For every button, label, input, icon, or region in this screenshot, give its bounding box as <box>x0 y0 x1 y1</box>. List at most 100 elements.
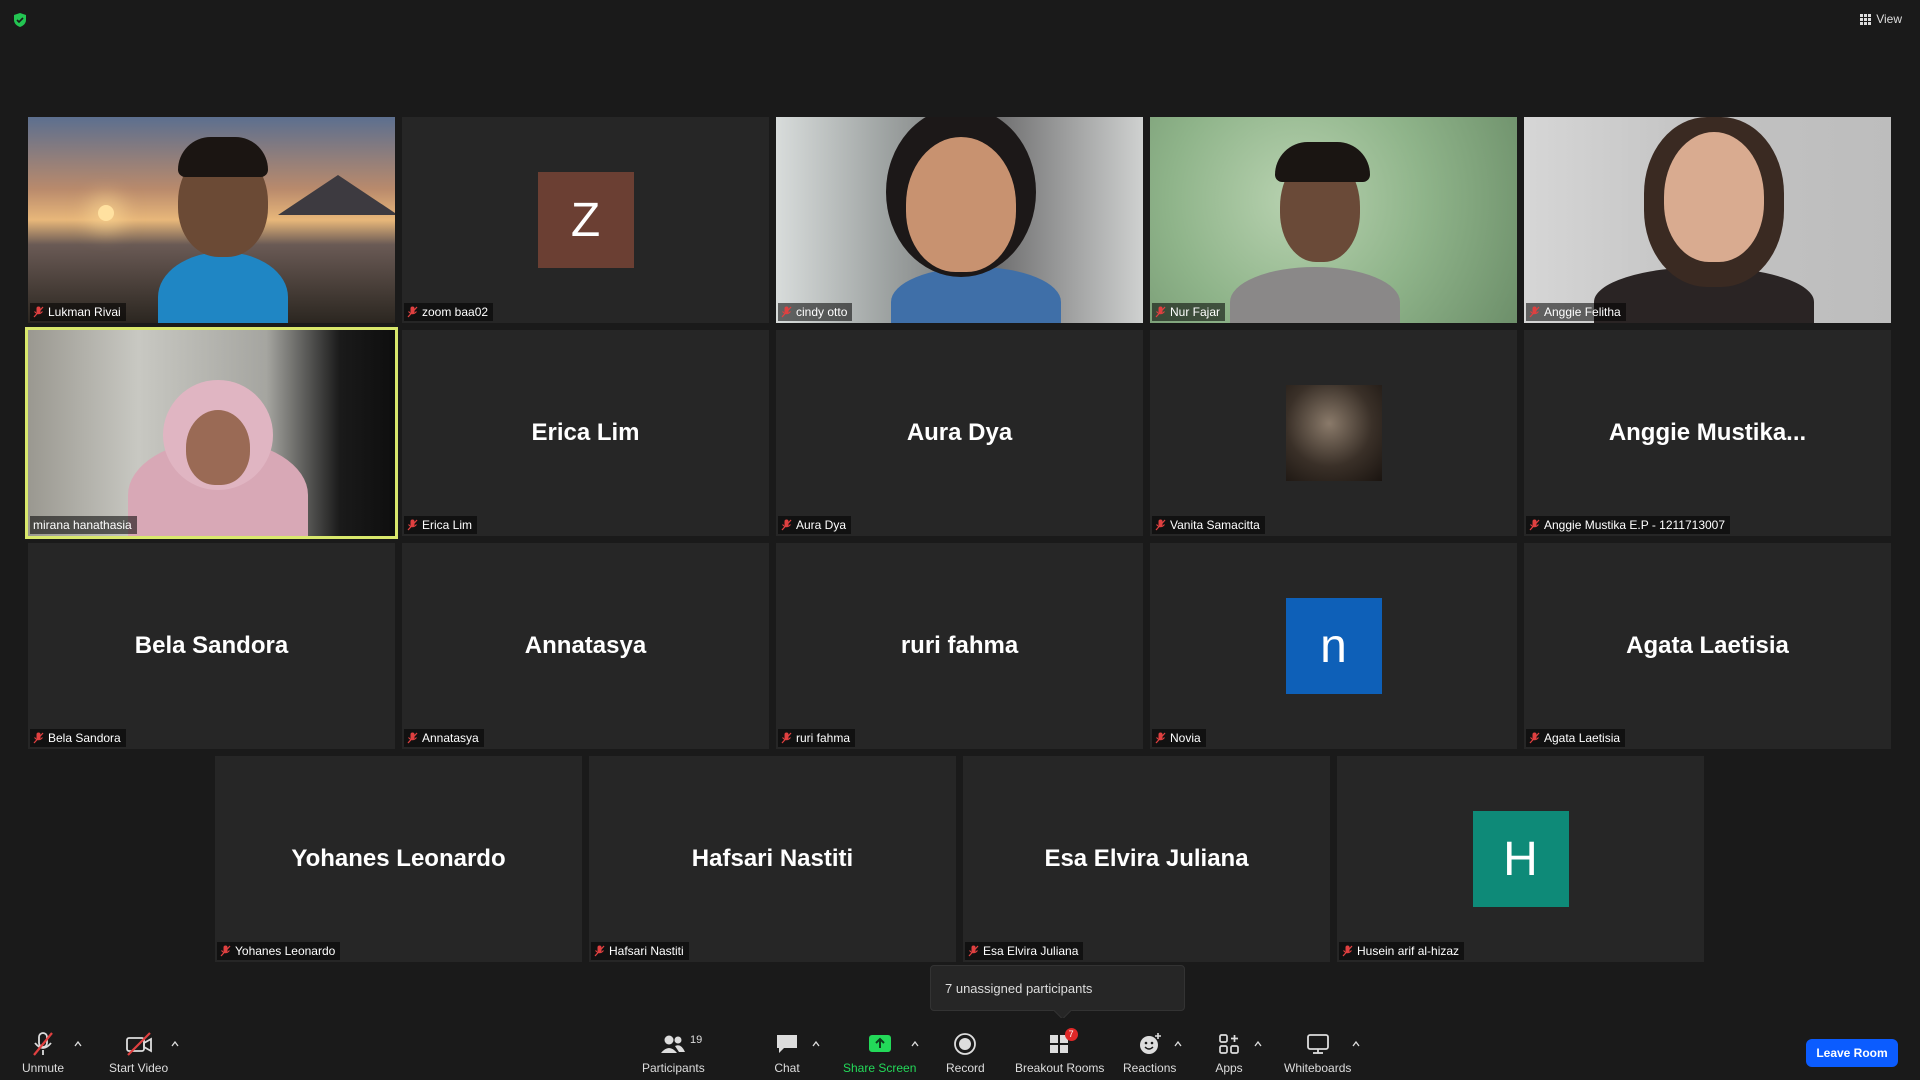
participant-name-label: Erica Lim <box>404 516 478 534</box>
participant-display-name: Hafsari Nastiti <box>691 845 854 872</box>
reactions-options-caret[interactable] <box>1174 1041 1182 1049</box>
encryption-shield-icon[interactable] <box>12 12 28 28</box>
muted-mic-icon <box>407 519 418 531</box>
record-button[interactable]: Record <box>946 1030 985 1075</box>
share-screen-icon <box>864 1030 896 1058</box>
avatar: Z <box>537 172 634 268</box>
muted-mic-icon <box>1155 732 1166 744</box>
participant-name-label: Aura Dya <box>778 516 852 534</box>
reactions-button[interactable]: Reactions <box>1123 1030 1176 1075</box>
share-screen-button[interactable]: Share Screen <box>843 1030 916 1075</box>
participant-tile-active-speaker[interactable]: mirana hanathasia <box>25 327 398 539</box>
participant-name-label: zoom baa02 <box>404 303 494 321</box>
muted-mic-icon <box>968 945 979 957</box>
participant-name-label: mirana hanathasia <box>30 516 137 534</box>
participant-tile[interactable]: Esa Elvira Juliana Esa Elvira Juliana <box>963 756 1330 962</box>
participant-name-label: ruri fahma <box>778 729 856 747</box>
share-options-caret[interactable] <box>911 1041 919 1049</box>
participant-display-name: Bela Sandora <box>134 632 289 659</box>
participant-tile[interactable]: Aura Dya Aura Dya <box>776 330 1143 536</box>
participant-tile[interactable]: H Husein arif al-hizaz <box>1337 756 1704 962</box>
record-icon <box>949 1030 981 1058</box>
breakout-rooms-badge: 7 <box>1064 1028 1078 1041</box>
participant-tile[interactable]: Nur Fajar <box>1150 117 1517 323</box>
view-label: View <box>1876 12 1902 26</box>
muted-mic-icon <box>781 732 792 744</box>
muted-mic-icon <box>781 306 792 318</box>
participant-display-name: Agata Laetisia <box>1626 632 1789 659</box>
video-feed <box>776 117 1143 323</box>
muted-mic-icon <box>781 519 792 531</box>
participant-tile[interactable]: Anggie Mustika... Anggie Mustika E.P - 1… <box>1524 330 1891 536</box>
apps-icon <box>1213 1030 1245 1058</box>
muted-mic-icon <box>1529 306 1540 318</box>
participant-name-label: Anggie Felitha <box>1526 303 1626 321</box>
video-options-caret[interactable] <box>171 1041 179 1049</box>
audio-options-caret[interactable] <box>74 1041 82 1049</box>
participants-count: 19 <box>690 1034 703 1046</box>
muted-mic-icon <box>407 306 418 318</box>
chat-options-caret[interactable] <box>812 1041 820 1049</box>
whiteboards-options-caret[interactable] <box>1352 1041 1360 1049</box>
participant-tile[interactable]: Annatasya Annatasya <box>402 543 769 749</box>
participant-name-label: Vanita Samacitta <box>1152 516 1265 534</box>
muted-mic-icon <box>1529 732 1540 744</box>
video-feed <box>28 117 395 323</box>
participant-tile[interactable]: Vanita Samacitta <box>1150 330 1517 536</box>
participant-tile[interactable]: Bela Sandora Bela Sandora <box>28 543 395 749</box>
chat-icon <box>771 1030 803 1058</box>
participant-name-label: Nur Fajar <box>1152 303 1226 321</box>
leave-room-button[interactable]: Leave Room <box>1806 1039 1898 1067</box>
participant-name-label: Yohanes Leonardo <box>217 942 341 960</box>
video-feed <box>1150 117 1517 323</box>
participant-name-label: Bela Sandora <box>30 729 126 747</box>
participant-display-name: ruri fahma <box>900 632 1019 659</box>
breakout-rooms-icon: 7 <box>1044 1028 1078 1058</box>
participant-tile[interactable]: Lukman Rivai <box>28 117 395 323</box>
video-off-icon <box>123 1030 155 1058</box>
whiteboards-button[interactable]: Whiteboards <box>1284 1030 1351 1075</box>
participant-display-name: Erica Lim <box>531 419 640 446</box>
view-button[interactable]: View <box>1860 12 1902 26</box>
participant-name-label: Annatasya <box>404 729 484 747</box>
muted-mic-icon <box>33 306 44 318</box>
participant-tile[interactable]: Yohanes Leonardo Yohanes Leonardo <box>215 756 582 962</box>
apps-button[interactable]: Apps <box>1213 1030 1245 1075</box>
grid-view-icon <box>1860 13 1872 25</box>
muted-mic-icon <box>220 945 231 957</box>
participant-display-name: Anggie Mustika... <box>1608 419 1807 446</box>
participant-tile[interactable]: Agata Laetisia Agata Laetisia <box>1524 543 1891 749</box>
breakout-rooms-tooltip: 7 unassigned participants <box>930 965 1185 1011</box>
participant-tile[interactable]: Anggie Felitha <box>1524 117 1891 323</box>
apps-options-caret[interactable] <box>1254 1041 1262 1049</box>
participant-tile[interactable]: Erica Lim Erica Lim <box>402 330 769 536</box>
participant-name-label: Husein arif al-hizaz <box>1339 942 1465 960</box>
whiteboard-icon <box>1302 1030 1334 1058</box>
avatar: H <box>1472 811 1569 907</box>
participant-tile[interactable]: Hafsari Nastiti Hafsari Nastiti <box>589 756 956 962</box>
breakout-rooms-button[interactable]: 7 Breakout Rooms <box>1015 1028 1104 1075</box>
participant-tile[interactable]: n Novia <box>1150 543 1517 749</box>
muted-mic-icon <box>27 1030 59 1058</box>
start-video-button[interactable]: Start Video <box>109 1030 168 1075</box>
muted-mic-icon <box>407 732 418 744</box>
video-feed <box>28 330 395 536</box>
participant-tile[interactable]: ruri fahma ruri fahma <box>776 543 1143 749</box>
participant-name-label: Agata Laetisia <box>1526 729 1626 747</box>
participant-display-name: Annatasya <box>524 632 647 659</box>
participant-name-label: Novia <box>1152 729 1206 747</box>
muted-mic-icon <box>33 732 44 744</box>
unmute-button[interactable]: Unmute <box>22 1030 64 1075</box>
participant-display-name: Yohanes Leonardo <box>291 845 506 872</box>
participant-display-name: Aura Dya <box>906 419 1013 446</box>
muted-mic-icon <box>1155 306 1166 318</box>
participant-name-label: Anggie Mustika E.P - 1211713007 <box>1526 516 1731 534</box>
participant-tile[interactable]: cindy otto <box>776 117 1143 323</box>
reactions-icon <box>1134 1030 1166 1058</box>
chat-button[interactable]: Chat <box>771 1030 803 1075</box>
avatar <box>1285 385 1382 481</box>
avatar: n <box>1285 598 1382 694</box>
video-feed <box>1524 117 1891 323</box>
participant-name-label: Hafsari Nastiti <box>591 942 689 960</box>
participant-tile[interactable]: Z zoom baa02 <box>402 117 769 323</box>
